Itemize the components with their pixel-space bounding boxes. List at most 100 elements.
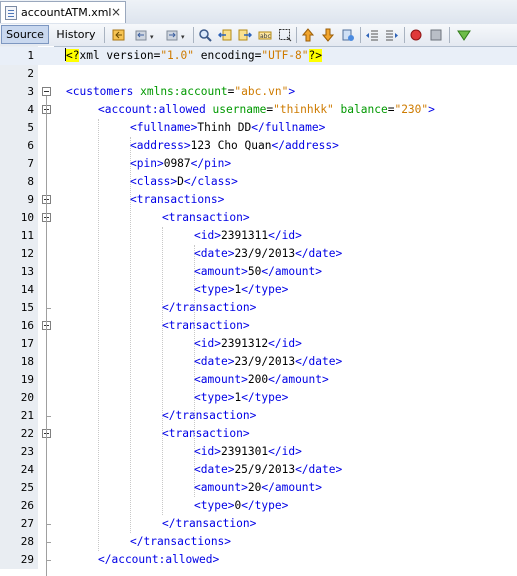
line-number: 15	[20, 301, 34, 314]
toggle-rectangular-selection-icon[interactable]	[278, 28, 292, 42]
editor-toolbar: Source History ▾ ▾ abc	[0, 24, 517, 47]
toggle-highlight-icon[interactable]: abc	[258, 28, 272, 42]
line-number: 3	[27, 85, 34, 98]
code-line[interactable]: 5 <fullname>Thinh DD</fullname>	[0, 119, 517, 137]
line-number: 5	[27, 121, 34, 134]
code-line[interactable]: 12 <date>23/9/2013</date>	[0, 245, 517, 263]
line-number: 6	[27, 139, 34, 152]
line-number: 28	[20, 535, 34, 548]
tab-title: accountATM.xml	[21, 6, 112, 19]
line-number: 2	[27, 67, 34, 80]
line-number: 16	[20, 319, 34, 332]
code-line[interactable]: 4 <account:allowed username="thinhkk" bal…	[0, 101, 517, 119]
toolbar-separator	[360, 27, 361, 43]
forward-icon[interactable]	[165, 28, 179, 42]
find-next-icon[interactable]	[238, 28, 252, 42]
next-bookmark-icon[interactable]	[321, 28, 335, 42]
toolbar-separator	[193, 27, 194, 43]
line-number: 25	[20, 481, 34, 494]
code-line[interactable]: 29 </account:allowed>	[0, 551, 517, 569]
code-line[interactable]: 9 <transactions>	[0, 191, 517, 209]
code-text: <account:allowed username="thinhkk" bala…	[98, 103, 435, 116]
code-text: <date>23/9/2013</date>	[194, 247, 343, 260]
shift-left-icon[interactable]	[365, 28, 379, 42]
xml-file-icon	[5, 6, 17, 20]
line-number: 19	[20, 373, 34, 386]
last-edit-icon[interactable]	[112, 28, 126, 42]
code-line[interactable]: 2	[0, 65, 517, 83]
code-line[interactable]: 27 </transaction>	[0, 515, 517, 533]
fold-end-marker	[46, 560, 51, 561]
toolbar-separator	[449, 27, 450, 43]
code-line[interactable]: 20 <type>1</type>	[0, 389, 517, 407]
code-text: <pin>0987</pin>	[130, 157, 232, 170]
code-line[interactable]: 26 <type>0</type>	[0, 497, 517, 515]
code-line[interactable]: 25 <amount>20</amount>	[0, 479, 517, 497]
back-dropdown-icon[interactable]: ▾	[150, 33, 154, 41]
line-number: 12	[20, 247, 34, 260]
toolbar-separator	[104, 27, 105, 43]
code-text: <fullname>Thinh DD</fullname>	[130, 121, 326, 134]
stop-macro-icon[interactable]	[429, 28, 443, 42]
back-icon[interactable]	[134, 28, 148, 42]
code-line[interactable]: 1 <?xml version="1.0" encoding="UTF-8"?>	[0, 47, 517, 65]
line-number: 21	[20, 409, 34, 422]
code-line[interactable]: 6 <address>123 Cho Quan</address>	[0, 137, 517, 155]
code-line[interactable]: 15 </transaction>	[0, 299, 517, 317]
line-number: 11	[20, 229, 34, 242]
line-number: 10	[20, 211, 34, 224]
fold-line	[46, 438, 47, 524]
code-text: <?xml version="1.0" encoding="UTF-8"?>	[65, 48, 322, 62]
start-macro-icon[interactable]	[409, 28, 423, 42]
code-text: <amount>200</amount>	[194, 373, 329, 386]
code-text: </transaction>	[162, 301, 257, 314]
code-line[interactable]: 10 <transaction>	[0, 209, 517, 227]
close-tab-icon[interactable]: ×	[111, 5, 121, 19]
code-line[interactable]: 17 <id>2391312</id>	[0, 335, 517, 353]
code-line[interactable]: 11 <id>2391311</id>	[0, 227, 517, 245]
forward-dropdown-icon[interactable]: ▾	[181, 33, 185, 41]
line-number: 26	[20, 499, 34, 512]
code-line[interactable]: 19 <amount>200</amount>	[0, 371, 517, 389]
code-line[interactable]: 7 <pin>0987</pin>	[0, 155, 517, 173]
line-number: 18	[20, 355, 34, 368]
code-line[interactable]: 13 <amount>50</amount>	[0, 263, 517, 281]
code-line[interactable]: 3 <customers xmlns:account="abc.vn">	[0, 83, 517, 101]
find-icon[interactable]	[198, 28, 212, 42]
code-line[interactable]: 28 </transactions>	[0, 533, 517, 551]
fold-line	[46, 330, 47, 416]
code-line[interactable]: 18 <date>23/9/2013</date>	[0, 353, 517, 371]
svg-text:abc: abc	[260, 33, 271, 40]
fold-end-marker	[46, 524, 51, 525]
line-number: 23	[20, 445, 34, 458]
toggle-bookmark-icon[interactable]	[341, 28, 355, 42]
line-number: 24	[20, 463, 34, 476]
line-number: 1	[27, 49, 34, 62]
code-text: <amount>20</amount>	[194, 481, 323, 494]
code-text: <type>1</type>	[194, 283, 289, 296]
source-button[interactable]: Source	[1, 25, 49, 44]
fold-toggle-icon[interactable]	[42, 87, 51, 96]
find-previous-icon[interactable]	[218, 28, 232, 42]
previous-bookmark-icon[interactable]	[301, 28, 315, 42]
history-button[interactable]: History	[52, 25, 100, 44]
code-line[interactable]: 22 <transaction>	[0, 425, 517, 443]
code-line[interactable]: 21 </transaction>	[0, 407, 517, 425]
check-xml-icon[interactable]	[457, 28, 471, 42]
code-line[interactable]: 14 <type>1</type>	[0, 281, 517, 299]
code-line[interactable]: 8 <class>D</class>	[0, 173, 517, 191]
code-line[interactable]: 24 <date>25/9/2013</date>	[0, 461, 517, 479]
indent-guide	[162, 227, 163, 515]
toolbar-separator	[404, 27, 405, 43]
indent-guide	[98, 119, 99, 551]
code-line[interactable]: 23 <id>2391301</id>	[0, 443, 517, 461]
fold-end-marker	[46, 308, 51, 309]
code-text: </transactions>	[130, 535, 232, 548]
code-text: <transaction>	[162, 319, 250, 332]
code-text: <type>1</type>	[194, 391, 289, 404]
line-number: 4	[27, 103, 34, 116]
code-text: <transactions>	[130, 193, 225, 206]
shift-right-icon[interactable]	[385, 28, 399, 42]
tab-accountatm-xml[interactable]: accountATM.xml ×	[0, 1, 126, 23]
code-line[interactable]: 16 <transaction>	[0, 317, 517, 335]
